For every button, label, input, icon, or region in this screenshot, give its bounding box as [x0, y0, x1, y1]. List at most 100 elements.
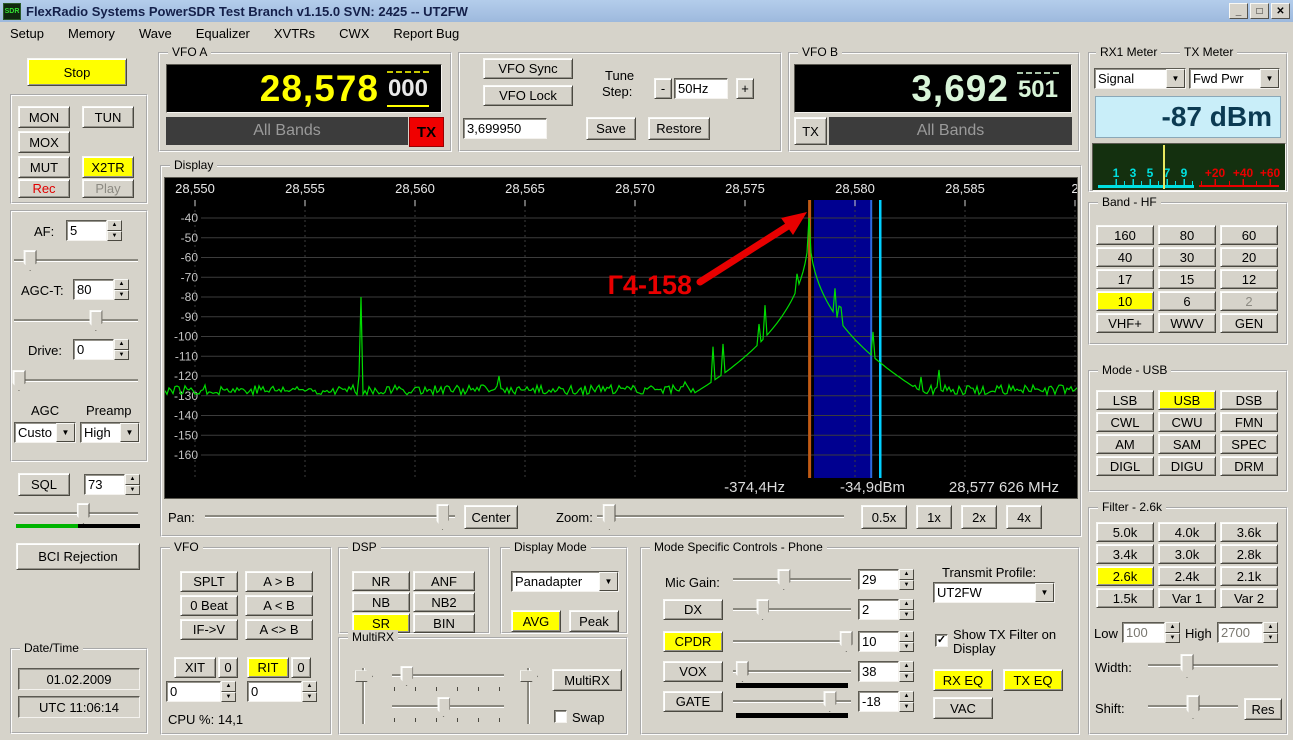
- filter-2-1k-button[interactable]: 2.1k: [1220, 566, 1278, 586]
- menu-setup[interactable]: Setup: [10, 26, 44, 41]
- tun-button[interactable]: TUN: [82, 106, 134, 128]
- menu-report-bug[interactable]: Report Bug: [393, 26, 459, 41]
- cpdr-spinner[interactable]: 10: [858, 631, 914, 652]
- tx-meter-dropdown[interactable]: Fwd Pwr: [1189, 68, 1280, 89]
- band-80-button[interactable]: 80: [1158, 225, 1216, 245]
- mode-drm-button[interactable]: DRM: [1220, 456, 1278, 476]
- filter-3-4k-button[interactable]: 3.4k: [1096, 544, 1154, 564]
- filter-shift-slider[interactable]: [1148, 695, 1238, 719]
- play-button[interactable]: Play: [82, 179, 134, 198]
- avg-button[interactable]: AVG: [511, 610, 561, 632]
- rx-eq-button[interactable]: RX EQ: [933, 669, 993, 691]
- bin-button[interactable]: BIN: [413, 613, 475, 633]
- nr-button[interactable]: NR: [352, 571, 410, 591]
- band-wwv-button[interactable]: WWV: [1158, 313, 1216, 333]
- filter-high-spinner[interactable]: 2700: [1217, 622, 1278, 643]
- mode-digl-button[interactable]: DIGL: [1096, 456, 1154, 476]
- mut-button[interactable]: MUT: [18, 156, 70, 178]
- filter-2-6k-button[interactable]: 2.6k: [1096, 566, 1154, 586]
- menu-memory[interactable]: Memory: [68, 26, 115, 41]
- rit-spinner[interactable]: 0: [247, 681, 317, 702]
- mode-cwl-button[interactable]: CWL: [1096, 412, 1154, 432]
- dx-slider[interactable]: [733, 599, 851, 620]
- zoom-slider[interactable]: [597, 504, 844, 530]
- multirx-button[interactable]: MultiRX: [552, 669, 622, 691]
- agct-spinner[interactable]: 80: [73, 279, 129, 300]
- sql-spinner[interactable]: 73: [84, 474, 140, 495]
- sql-button[interactable]: SQL: [18, 473, 70, 496]
- rec-button[interactable]: Rec: [18, 179, 70, 198]
- agc-dropdown[interactable]: Custo: [14, 422, 76, 443]
- mode-fmn-button[interactable]: FMN: [1220, 412, 1278, 432]
- filter-5k-button[interactable]: 5.0k: [1096, 522, 1154, 542]
- band-12-button[interactable]: 12: [1220, 269, 1278, 289]
- memory-frequency-input[interactable]: 3,699950: [463, 118, 547, 139]
- menu-xvtrs[interactable]: XVTRs: [274, 26, 315, 41]
- xit-spinner[interactable]: 0: [166, 681, 236, 702]
- filter-low-spinner[interactable]: 100: [1122, 622, 1180, 643]
- zoom-0-5x-button[interactable]: 0.5x: [861, 505, 907, 529]
- filter-2-4k-button[interactable]: 2.4k: [1158, 566, 1216, 586]
- vfob-tx-button[interactable]: TX: [794, 117, 827, 145]
- transmit-profile-dropdown[interactable]: UT2FW: [933, 582, 1055, 603]
- mox-button[interactable]: MOX: [18, 131, 70, 153]
- rx1-meter-dropdown[interactable]: Signal: [1094, 68, 1186, 89]
- tune-step-plus-button[interactable]: +: [736, 78, 754, 99]
- mon-button[interactable]: MON: [18, 106, 70, 128]
- panadapter-display[interactable]: 28,550 28,555 28,560 28,565 28,570 28,575 28,5…: [164, 177, 1078, 499]
- nb-button[interactable]: NB: [352, 592, 410, 612]
- zoom-4x-button[interactable]: 4x: [1006, 505, 1042, 529]
- anf-button[interactable]: ANF: [413, 571, 475, 591]
- tx-eq-button[interactable]: TX EQ: [1003, 669, 1063, 691]
- filter-reset-button[interactable]: Res: [1244, 698, 1282, 720]
- band-40-button[interactable]: 40: [1096, 247, 1154, 267]
- filter-4k-button[interactable]: 4.0k: [1158, 522, 1216, 542]
- filter-var1-button[interactable]: Var 1: [1158, 588, 1216, 608]
- show-tx-filter-checkbox[interactable]: [935, 634, 948, 647]
- filter-1-5k-button[interactable]: 1.5k: [1096, 588, 1154, 608]
- b-to-a-button[interactable]: A < B: [245, 595, 313, 616]
- agct-slider[interactable]: [14, 310, 138, 331]
- band-15-button[interactable]: 15: [1158, 269, 1216, 289]
- filter-var2-button[interactable]: Var 2: [1220, 588, 1278, 608]
- vfob-frequency-display[interactable]: 3,692 501: [794, 64, 1072, 113]
- band-vhf-button[interactable]: VHF+: [1096, 313, 1154, 333]
- drive-slider[interactable]: [12, 370, 138, 391]
- band-160-button[interactable]: 160: [1096, 225, 1154, 245]
- swap-checkbox[interactable]: [554, 710, 567, 723]
- band-10-button[interactable]: 10: [1096, 291, 1154, 311]
- zoom-1x-button[interactable]: 1x: [916, 505, 952, 529]
- if-to-v-button[interactable]: IF->V: [180, 619, 238, 640]
- xit-button[interactable]: XIT: [174, 657, 216, 678]
- mode-sam-button[interactable]: SAM: [1158, 434, 1216, 454]
- sql-slider[interactable]: [14, 503, 138, 524]
- a-to-b-button[interactable]: A > B: [245, 571, 313, 592]
- mode-lsb-button[interactable]: LSB: [1096, 390, 1154, 410]
- menu-wave[interactable]: Wave: [139, 26, 172, 41]
- vox-spinner[interactable]: 38: [858, 661, 914, 682]
- mode-spec-button[interactable]: SPEC: [1220, 434, 1278, 454]
- multirx-pan-right-slider[interactable]: [520, 668, 538, 724]
- af-slider[interactable]: [14, 250, 138, 271]
- band-6-button[interactable]: 6: [1158, 291, 1216, 311]
- close-button[interactable]: ✕: [1271, 3, 1290, 19]
- peak-button[interactable]: Peak: [569, 610, 619, 632]
- vfoa-frequency-display[interactable]: 28,578 000: [166, 64, 442, 113]
- bci-rejection-button[interactable]: BCI Rejection: [16, 543, 140, 570]
- gate-button[interactable]: GATE: [663, 691, 723, 712]
- vfo-sync-button[interactable]: VFO Sync: [483, 58, 573, 79]
- xit-zero-button[interactable]: 0: [218, 657, 238, 678]
- mic-gain-spinner[interactable]: 29: [858, 569, 914, 590]
- stop-button[interactable]: Stop: [27, 58, 127, 86]
- drive-spinner[interactable]: 0: [73, 339, 129, 360]
- filter-width-slider[interactable]: [1148, 654, 1278, 678]
- zoom-2x-button[interactable]: 2x: [961, 505, 997, 529]
- save-button[interactable]: Save: [586, 117, 636, 140]
- filter-3k-button[interactable]: 3.0k: [1158, 544, 1216, 564]
- vac-button[interactable]: VAC: [933, 697, 993, 719]
- dx-spinner[interactable]: 2: [858, 599, 914, 620]
- band-17-button[interactable]: 17: [1096, 269, 1154, 289]
- display-mode-dropdown[interactable]: Panadapter: [511, 571, 619, 592]
- mode-am-button[interactable]: AM: [1096, 434, 1154, 454]
- af-spinner[interactable]: 5: [66, 220, 122, 241]
